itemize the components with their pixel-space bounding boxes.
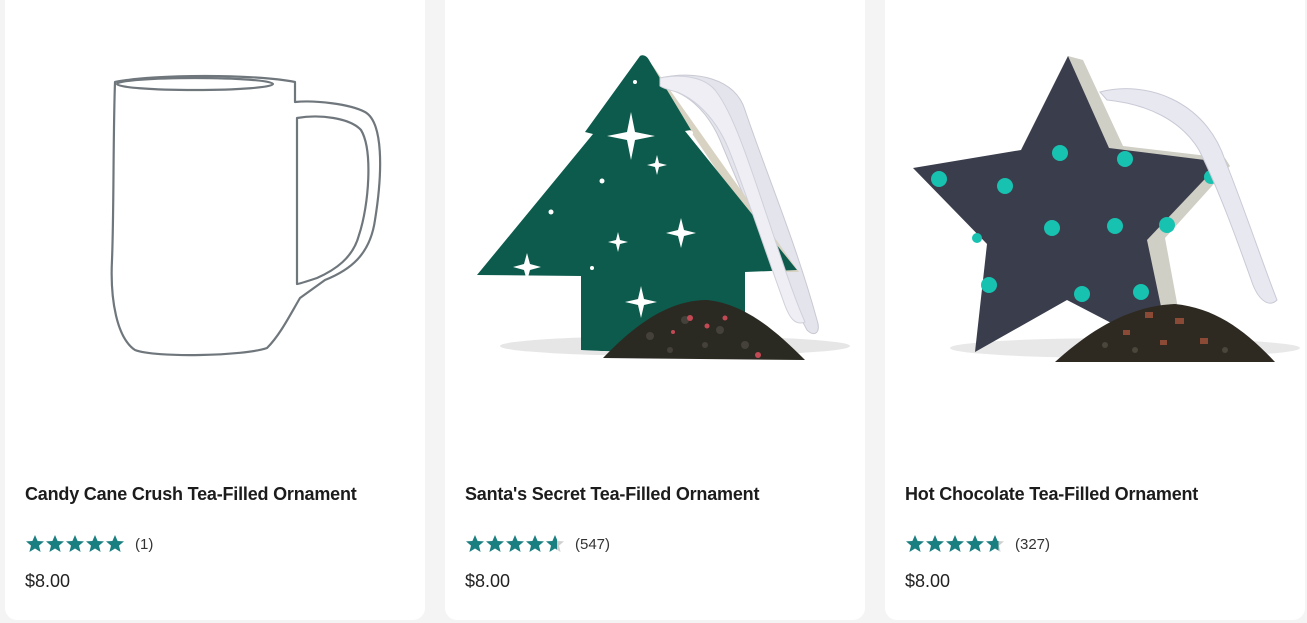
review-count: (327) — [1015, 535, 1051, 553]
star-icon — [966, 535, 984, 552]
star-icon — [26, 535, 44, 552]
star-icon — [486, 535, 504, 552]
review-count: (1) — [135, 535, 154, 553]
product-price: $8.00 — [25, 571, 71, 591]
star-icon — [926, 535, 944, 552]
product-title[interactable]: Candy Cane Crush Tea-Filled Ornament — [25, 484, 357, 505]
product-image[interactable] — [5, 0, 425, 440]
product-price: $8.00 — [465, 571, 511, 591]
star-icon — [466, 535, 484, 552]
star-icon — [906, 535, 924, 552]
review-count: (547) — [575, 535, 611, 553]
star-icon — [86, 535, 104, 552]
product-title[interactable]: Santa's Secret Tea-Filled Ornament — [465, 484, 759, 505]
star-icon — [526, 535, 544, 552]
mug-outline-icon — [110, 74, 382, 357]
product-rating[interactable]: (1) — [25, 532, 153, 556]
product-rating[interactable]: (327) — [905, 532, 1050, 556]
product-grid: Candy Cane Crush Tea-Filled Ornament (1)… — [0, 0, 1307, 623]
product-card[interactable]: Candy Cane Crush Tea-Filled Ornament (1)… — [5, 0, 425, 620]
tree-ornament-image — [477, 55, 850, 360]
star-icon — [506, 535, 524, 552]
star-icon — [986, 535, 1004, 552]
product-price: $8.00 — [905, 571, 951, 591]
star-rating — [465, 533, 565, 555]
star-icon — [46, 535, 64, 552]
star-icon — [106, 535, 124, 552]
product-card[interactable]: Hot Chocolate Tea-Filled Ornament (327) … — [885, 0, 1305, 620]
product-image[interactable] — [445, 0, 865, 440]
star-rating — [25, 533, 125, 555]
product-card[interactable]: Santa's Secret Tea-Filled Ornament (547)… — [445, 0, 865, 620]
star-icon — [946, 535, 964, 552]
product-image[interactable] — [885, 0, 1305, 440]
product-title[interactable]: Hot Chocolate Tea-Filled Ornament — [905, 484, 1198, 505]
product-rating[interactable]: (547) — [465, 532, 610, 556]
star-rating — [905, 533, 1005, 555]
star-ornament-image — [913, 56, 1300, 362]
star-icon — [66, 535, 84, 552]
star-icon — [546, 535, 564, 552]
